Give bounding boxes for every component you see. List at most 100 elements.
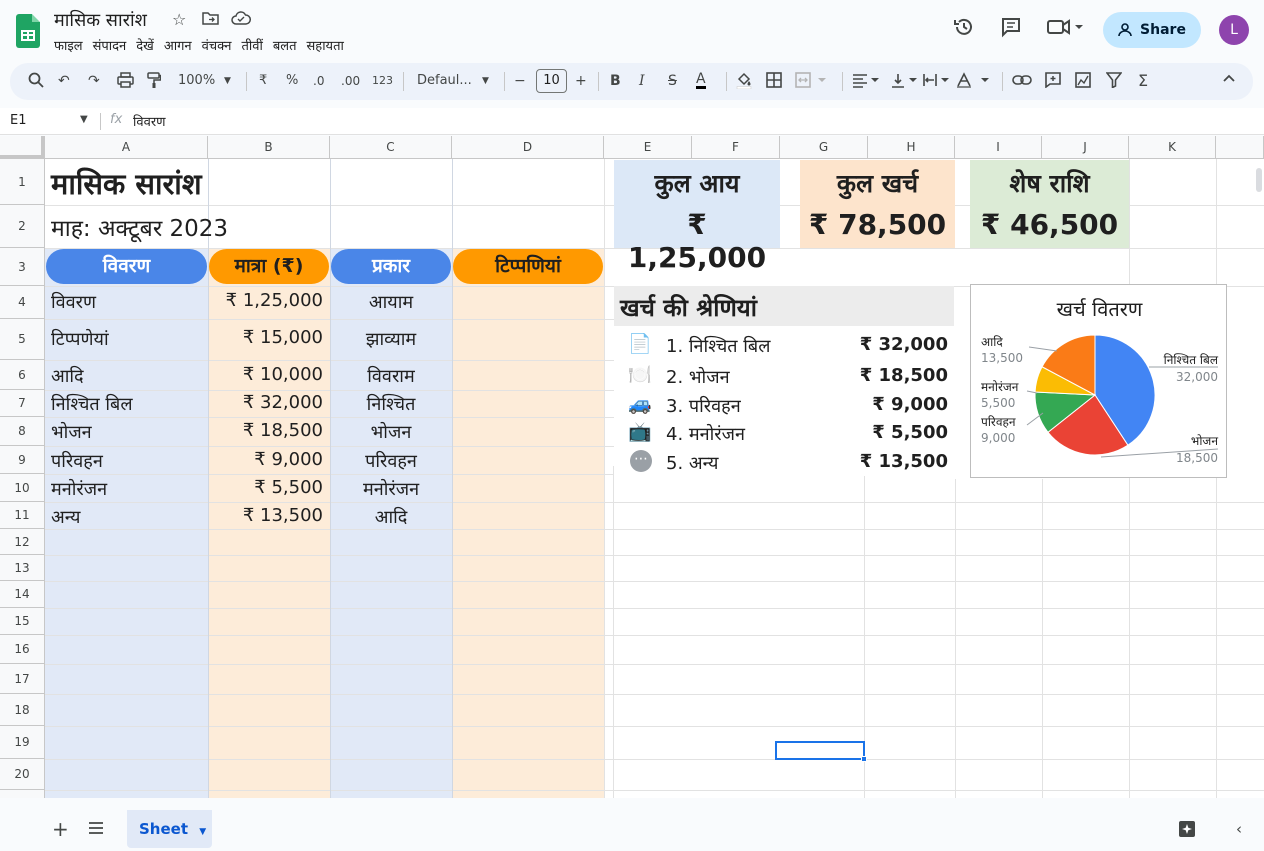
sheet-grid[interactable]: A B C D E F G H I J K 1 2 3 4 5 6 7 8 9 … bbox=[0, 136, 1264, 798]
redo-icon[interactable]: ↷ bbox=[88, 72, 100, 90]
functions-icon[interactable]: Σ bbox=[1138, 72, 1148, 90]
bold-button[interactable]: B bbox=[610, 72, 621, 90]
menu-tools[interactable]: बलत bbox=[273, 36, 297, 54]
table-cell-desc[interactable]: टिप्पणेयां bbox=[51, 327, 109, 351]
categories-title[interactable]: खर्च की श्रेणियां bbox=[620, 291, 757, 324]
insert-comment-icon[interactable] bbox=[1045, 72, 1061, 93]
table-cell-amount[interactable]: ₹ 5,500 bbox=[208, 477, 323, 498]
table-cell-amount[interactable]: ₹ 13,500 bbox=[208, 505, 323, 526]
cloud-saved-icon[interactable] bbox=[231, 10, 251, 29]
horizontal-align-icon[interactable] bbox=[852, 72, 884, 93]
comments-icon[interactable] bbox=[1000, 16, 1022, 43]
row-header-1[interactable]: 1 bbox=[0, 159, 45, 205]
sheet-tab[interactable]: Sheet ▼ bbox=[127, 810, 212, 848]
version-history-icon[interactable] bbox=[953, 16, 975, 43]
category-label[interactable]: 4. मनोरंजन bbox=[666, 422, 745, 446]
category-amount[interactable]: ₹ 5,500 bbox=[840, 422, 948, 443]
header-type[interactable]: प्रकार bbox=[331, 249, 451, 284]
sheet-title[interactable]: मासिक सारांश bbox=[51, 164, 202, 203]
avatar[interactable]: L bbox=[1219, 15, 1249, 45]
all-sheets-icon[interactable] bbox=[88, 820, 104, 839]
selected-cell[interactable] bbox=[775, 741, 865, 760]
table-cell-type[interactable]: झाव्याम bbox=[330, 327, 452, 351]
table-cell-type[interactable]: निश्चित bbox=[330, 392, 452, 416]
table-cell-type[interactable]: विवराम bbox=[330, 364, 452, 388]
explore-icon[interactable] bbox=[1178, 820, 1196, 842]
zoom-caret-icon[interactable]: ▼ bbox=[224, 72, 231, 90]
row-header-8[interactable]: 8 bbox=[0, 417, 45, 446]
table-cell-type[interactable]: परिवहन bbox=[330, 449, 452, 473]
category-label[interactable]: 2. भोजन bbox=[666, 365, 730, 389]
add-sheet-icon[interactable]: + bbox=[52, 817, 69, 841]
category-amount[interactable]: ₹ 18,500 bbox=[840, 365, 948, 386]
table-cell-amount[interactable]: ₹ 10,000 bbox=[208, 364, 323, 385]
header-amount[interactable]: मात्रा (₹) bbox=[209, 249, 329, 284]
text-wrapping-icon[interactable] bbox=[922, 72, 954, 93]
format-currency-button[interactable]: ₹ bbox=[259, 72, 267, 90]
menu-format[interactable]: वंचक्न bbox=[202, 36, 232, 54]
row-header-3[interactable]: 3 bbox=[0, 248, 45, 286]
merge-cells-icon[interactable] bbox=[795, 72, 831, 93]
more-formats-button[interactable]: 123 bbox=[372, 72, 393, 90]
column-header-d[interactable]: D bbox=[452, 136, 604, 159]
insert-link-icon[interactable] bbox=[1012, 72, 1032, 93]
category-label[interactable]: 3. परिवहन bbox=[666, 394, 741, 418]
column-header-c[interactable]: C bbox=[330, 136, 452, 159]
vertical-align-icon[interactable] bbox=[890, 72, 922, 93]
select-all-corner[interactable] bbox=[0, 136, 45, 159]
undo-icon[interactable]: ↶ bbox=[58, 72, 70, 90]
row-header-2[interactable]: 2 bbox=[0, 205, 45, 248]
table-cell-desc[interactable]: निश्चित बिल bbox=[51, 392, 133, 416]
column-header-e[interactable]: E bbox=[604, 136, 692, 159]
menu-view[interactable]: देखें bbox=[136, 36, 154, 54]
table-cell-type[interactable]: आदि bbox=[330, 505, 452, 529]
name-box-caret-icon[interactable]: ▼ bbox=[80, 114, 88, 125]
sheets-logo-icon[interactable] bbox=[16, 14, 40, 48]
menu-file[interactable]: फाइल bbox=[54, 36, 83, 54]
column-header-i[interactable]: I bbox=[955, 136, 1042, 159]
column-header-k[interactable]: K bbox=[1129, 136, 1216, 159]
formula-input[interactable]: विवरण bbox=[133, 112, 166, 130]
row-header-5[interactable]: 5 bbox=[0, 319, 45, 360]
column-header-b[interactable]: B bbox=[208, 136, 330, 159]
table-cell-desc[interactable]: मनोरंजन bbox=[51, 477, 107, 501]
text-rotation-icon[interactable] bbox=[956, 72, 992, 93]
row-header-19[interactable]: 19 bbox=[0, 726, 45, 759]
table-cell-type[interactable]: भोजन bbox=[330, 420, 452, 444]
table-cell-amount[interactable]: ₹ 18,500 bbox=[208, 420, 323, 441]
column-header-f[interactable]: F bbox=[692, 136, 780, 159]
menu-help[interactable]: सहायता bbox=[307, 36, 344, 54]
vertical-scrollbar[interactable] bbox=[1256, 168, 1262, 192]
table-cell-desc[interactable]: आदि bbox=[51, 364, 84, 388]
decrease-decimal-button[interactable]: .0 bbox=[313, 72, 324, 90]
table-cell-type[interactable]: मनोरंजन bbox=[330, 477, 452, 501]
column-header-h[interactable]: H bbox=[868, 136, 955, 159]
row-header-18[interactable]: 18 bbox=[0, 694, 45, 726]
table-cell-amount[interactable]: ₹ 9,000 bbox=[208, 449, 323, 470]
name-box[interactable]: E1 bbox=[10, 113, 27, 128]
insert-chart-icon[interactable] bbox=[1075, 72, 1091, 93]
table-cell-desc[interactable]: अन्य bbox=[51, 505, 81, 529]
text-color-button[interactable]: A bbox=[696, 72, 706, 89]
filter-icon[interactable] bbox=[1105, 72, 1123, 93]
row-header-14[interactable]: 14 bbox=[0, 581, 45, 608]
row-header-12[interactable]: 12 bbox=[0, 529, 45, 555]
column-header-a[interactable]: A bbox=[45, 136, 208, 159]
star-icon[interactable]: ☆ bbox=[172, 10, 186, 29]
row-header-4[interactable]: 4 bbox=[0, 286, 45, 319]
font-size-input[interactable]: 10 bbox=[536, 69, 567, 93]
search-menus-icon[interactable] bbox=[28, 72, 44, 93]
header-notes[interactable]: टिप्पणियां bbox=[453, 249, 603, 284]
format-percent-button[interactable]: % bbox=[286, 72, 298, 90]
share-button[interactable]: Share bbox=[1103, 12, 1201, 48]
fill-handle[interactable] bbox=[861, 756, 867, 762]
row-header-17[interactable]: 17 bbox=[0, 664, 45, 694]
column-header-j[interactable]: J bbox=[1042, 136, 1129, 159]
increase-font-size-icon[interactable]: + bbox=[575, 72, 587, 90]
row-header-20[interactable]: 20 bbox=[0, 759, 45, 790]
row-header-10[interactable]: 10 bbox=[0, 474, 45, 502]
row-header-7[interactable]: 7 bbox=[0, 390, 45, 417]
document-title[interactable]: मासिक सारांश bbox=[54, 8, 147, 32]
font-family-select[interactable]: Defaul... bbox=[417, 72, 472, 90]
table-cell-amount[interactable]: ₹ 32,000 bbox=[208, 392, 323, 413]
